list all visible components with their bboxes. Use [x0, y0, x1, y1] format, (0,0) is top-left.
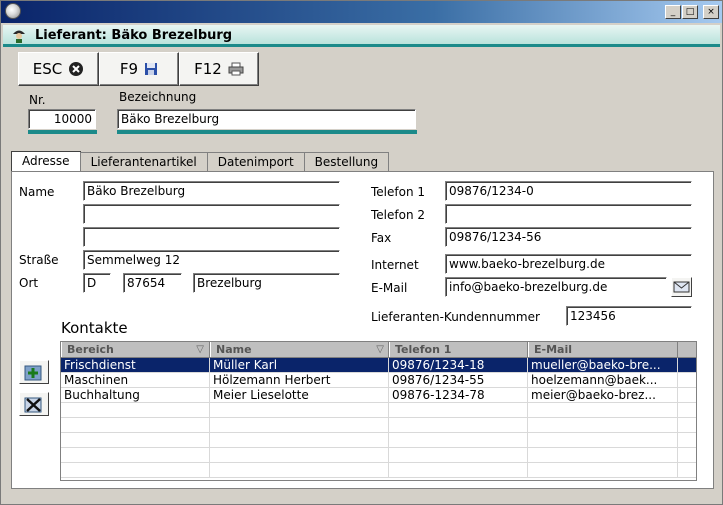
save-label: F9	[119, 60, 139, 78]
bezeichnung-underline	[117, 130, 417, 134]
send-email-button[interactable]	[671, 277, 692, 297]
envelope-icon	[673, 281, 690, 293]
cell-name: Müller Karl	[210, 358, 389, 372]
main-window: _ □ × Lieferant: Bäko Brezelburg ESC F9	[0, 0, 723, 505]
telefon2-label: Telefon 2	[371, 208, 426, 222]
cancel-icon	[69, 62, 84, 76]
column-header-email-label: E-Mail	[534, 343, 572, 356]
email-label: E-Mail	[371, 281, 408, 295]
cell-bereich: Buchhaltung	[61, 388, 210, 402]
telefon2-field[interactable]	[445, 204, 692, 224]
kundennummer-label: Lieferanten-Kundennummer	[371, 310, 540, 324]
add-contact-button[interactable]	[19, 360, 49, 384]
empty-row	[61, 403, 696, 418]
add-row-icon	[24, 365, 42, 381]
cell-telefon: 09876/1234-55	[389, 373, 528, 387]
name-label: Name	[19, 185, 55, 199]
floppy-disk-icon	[145, 63, 158, 75]
land-field[interactable]: D	[83, 273, 111, 293]
column-header-telefon[interactable]: Telefon 1	[389, 342, 528, 357]
name3-field[interactable]	[83, 227, 340, 247]
table-row[interactable]: Maschinen Hölzemann Herbert 09876/1234-5…	[61, 373, 696, 388]
nr-field[interactable]: 10000	[28, 109, 96, 129]
filter-icon[interactable]: ▽	[196, 342, 204, 357]
delete-contact-button[interactable]	[19, 392, 49, 416]
internet-field[interactable]: www.baeko-brezelburg.de	[445, 254, 692, 274]
internet-label: Internet	[371, 258, 419, 272]
minimize-button[interactable]: _	[665, 5, 681, 19]
telefon1-label: Telefon 1	[371, 185, 426, 199]
column-header-bereich[interactable]: Bereich ▽	[61, 342, 210, 357]
cell-email: mueller@baeko-bre...	[528, 358, 678, 372]
name1-field[interactable]: Bäko Brezelburg	[83, 181, 340, 201]
cell-name: Hölzemann Herbert	[210, 373, 389, 387]
empty-row	[61, 433, 696, 448]
cell-email: hoelzemann@baek...	[528, 373, 678, 387]
tab-adresse[interactable]: Adresse	[11, 151, 81, 173]
contacts-grid: Bereich ▽ Name ▽ Telefon 1 E-Mail Frisch…	[60, 341, 697, 481]
plz-field[interactable]: 87654	[123, 273, 182, 293]
bezeichnung-label: Bezeichnung	[119, 90, 197, 104]
nr-underline	[28, 130, 97, 134]
fax-field[interactable]: 09876/1234-56	[445, 227, 692, 247]
kundennummer-field[interactable]: 123456	[566, 306, 692, 326]
table-row[interactable]: Buchhaltung Meier Lieselotte 09876-1234-…	[61, 388, 696, 403]
form-title: Lieferant: Bäko Brezelburg	[35, 28, 233, 43]
form-header: Lieferant: Bäko Brezelburg	[3, 25, 720, 47]
esc-button[interactable]: ESC	[18, 52, 99, 86]
esc-label: ESC	[32, 60, 63, 78]
empty-row	[61, 418, 696, 433]
column-header-name[interactable]: Name ▽	[210, 342, 389, 357]
fax-label: Fax	[371, 231, 392, 245]
close-button[interactable]: ×	[703, 5, 719, 19]
tab-bar: Adresse Lieferantenartikel Datenimport B…	[11, 151, 390, 173]
name2-field[interactable]	[83, 204, 340, 224]
nr-label: Nr.	[29, 93, 46, 107]
table-row[interactable]: Frischdienst Müller Karl 09876/1234-18 m…	[61, 358, 696, 373]
tab-datenimport[interactable]: Datenimport	[206, 152, 305, 172]
filter-icon[interactable]: ▽	[376, 342, 384, 357]
window-titlebar[interactable]: _ □ ×	[1, 1, 722, 23]
empty-row	[61, 448, 696, 463]
toolbar: ESC F9 F12	[18, 52, 259, 86]
save-button[interactable]: F9	[99, 52, 179, 86]
column-header-telefon-label: Telefon 1	[395, 343, 452, 356]
app-icon[interactable]	[5, 3, 21, 19]
strasse-field[interactable]: Semmelweg 12	[83, 250, 340, 270]
ort-field[interactable]: Brezelburg	[193, 273, 340, 293]
supplier-icon	[13, 30, 25, 43]
ort-label: Ort	[19, 276, 39, 290]
column-header-name-label: Name	[216, 343, 252, 356]
empty-row	[61, 463, 696, 478]
cell-email: meier@baeko-brez...	[528, 388, 678, 402]
contacts-grid-header: Bereich ▽ Name ▽ Telefon 1 E-Mail	[61, 342, 696, 358]
printer-icon	[228, 62, 244, 76]
cell-name: Meier Lieselotte	[210, 388, 389, 402]
telefon1-field[interactable]: 09876/1234-0	[445, 181, 692, 201]
bezeichnung-field[interactable]: Bäko Brezelburg	[117, 109, 416, 129]
strasse-label: Straße	[19, 253, 59, 267]
cell-telefon: 09876/1234-18	[389, 358, 528, 372]
cell-telefon: 09876-1234-78	[389, 388, 528, 402]
tab-bestellung[interactable]: Bestellung	[303, 152, 390, 172]
cell-bereich: Frischdienst	[61, 358, 210, 372]
cell-bereich: Maschinen	[61, 373, 210, 387]
print-label: F12	[194, 60, 222, 78]
maximize-button[interactable]: □	[682, 5, 698, 19]
email-field[interactable]: info@baeko-brezelburg.de	[445, 277, 667, 297]
column-header-email[interactable]: E-Mail	[528, 342, 678, 357]
delete-row-icon	[24, 397, 42, 413]
print-button[interactable]: F12	[179, 52, 259, 86]
tab-lieferantenartikel[interactable]: Lieferantenartikel	[79, 152, 208, 172]
kontakte-title: Kontakte	[61, 319, 128, 337]
column-header-bereich-label: Bereich	[67, 343, 114, 356]
